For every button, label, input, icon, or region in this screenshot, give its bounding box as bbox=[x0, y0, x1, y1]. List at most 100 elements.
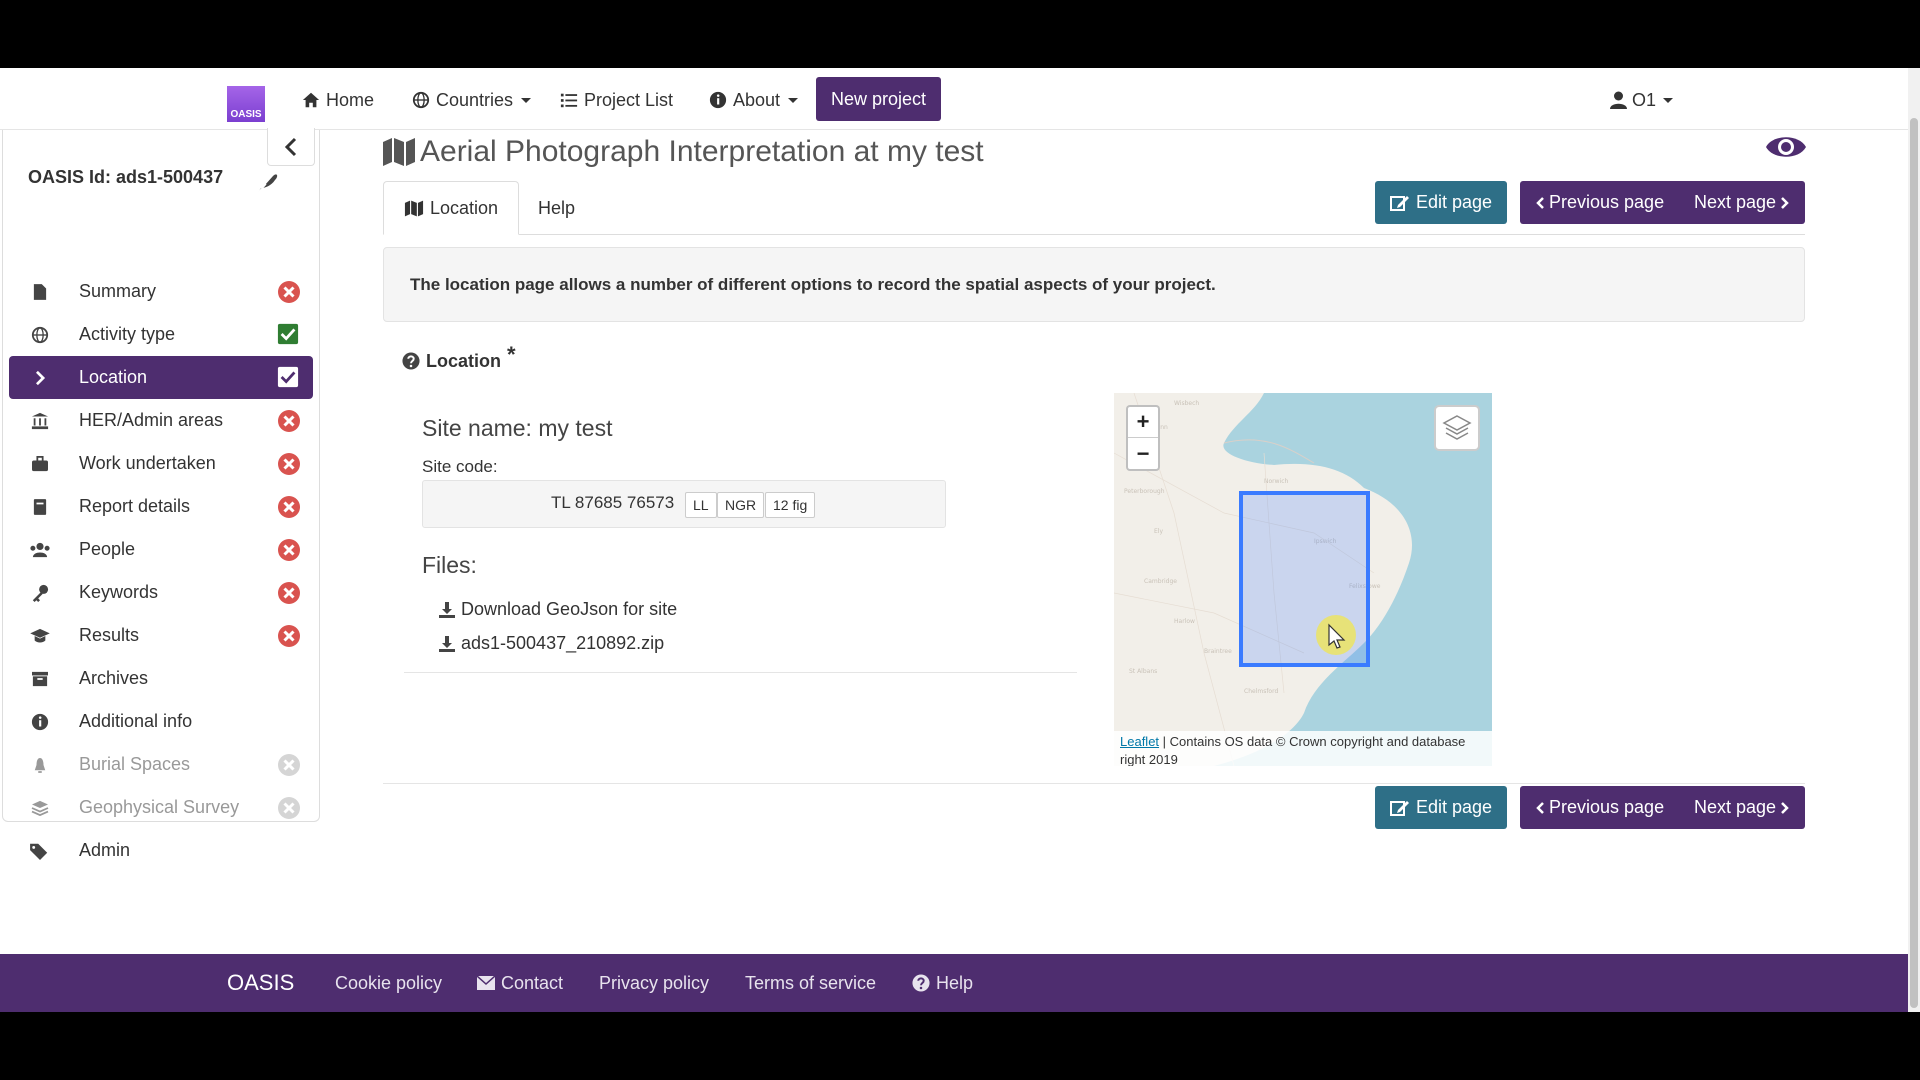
sidebar-item-label: Admin bbox=[79, 840, 131, 860]
download-icon bbox=[439, 601, 455, 618]
oasis-id: OASIS Id: ads1-500437 bbox=[28, 167, 224, 187]
sidebar-item-people[interactable]: People bbox=[9, 528, 313, 571]
user-menu[interactable]: O1 bbox=[1610, 84, 1674, 116]
help-link[interactable]: Help bbox=[912, 954, 973, 1012]
next-page-label: Next page bbox=[1694, 797, 1777, 817]
sidebar-item-summary[interactable]: Summary bbox=[9, 270, 313, 313]
sidebar-item-archives[interactable]: Archives bbox=[9, 657, 313, 700]
times-circle-icon bbox=[277, 280, 301, 304]
cookie-policy-link[interactable]: Cookie policy bbox=[335, 954, 442, 1012]
terms-of-service-link[interactable]: Terms of service bbox=[745, 954, 876, 1012]
ll-button[interactable]: LL bbox=[685, 492, 717, 518]
chevron-left-icon bbox=[1536, 801, 1544, 814]
next-page-label: Next page bbox=[1694, 192, 1777, 212]
times-circle-icon bbox=[277, 495, 301, 519]
user-icon bbox=[1610, 91, 1627, 109]
next-page-button[interactable]: Next page bbox=[1678, 181, 1806, 224]
sidebar-item-work-undertaken[interactable]: Work undertaken bbox=[9, 442, 313, 485]
users-icon bbox=[29, 539, 51, 561]
scrollbar-thumb[interactable] bbox=[1910, 118, 1918, 1008]
sidebar-item-location[interactable]: Location bbox=[9, 356, 313, 399]
sidebar-item-results[interactable]: Results bbox=[9, 614, 313, 657]
home-icon bbox=[302, 92, 320, 108]
nav-about[interactable]: About bbox=[709, 84, 799, 116]
12-fig-button[interactable]: 12 fig bbox=[765, 492, 816, 518]
question-circle-icon bbox=[912, 974, 930, 992]
nav-home[interactable]: Home bbox=[302, 84, 374, 116]
sidebar-item-label: Activity type bbox=[79, 324, 176, 344]
edit-page-button-bottom[interactable]: Edit page bbox=[1375, 786, 1508, 829]
attribution-text: | Contains OS data © Crown copyright and… bbox=[1120, 734, 1466, 766]
institution-icon bbox=[29, 410, 51, 432]
top-navbar: OASIS Home Countries Project List About … bbox=[0, 68, 1908, 130]
caret-down-icon bbox=[521, 97, 532, 103]
sidebar-item-additional-info[interactable]: Additional info bbox=[9, 700, 313, 743]
page-scrollbar[interactable] bbox=[1908, 68, 1920, 1012]
info-box: The location page allows a number of dif… bbox=[383, 247, 1805, 322]
sidebar-item-geophysical-survey: Geophysical Survey bbox=[9, 786, 313, 829]
tab-divider bbox=[383, 234, 1805, 235]
previous-page-label: Previous page bbox=[1549, 192, 1665, 212]
times-circle-icon bbox=[277, 581, 301, 605]
project-sidebar: OASIS Id: ads1-500437 Summary Activity ty… bbox=[2, 128, 320, 860]
times-circle-icon bbox=[277, 624, 301, 648]
previous-page-button-bottom[interactable]: Previous page bbox=[1520, 786, 1681, 829]
privacy-policy-link[interactable]: Privacy policy bbox=[599, 954, 709, 1012]
oasis-logo[interactable]: OASIS bbox=[227, 86, 265, 122]
chevron-left-icon bbox=[284, 137, 297, 156]
site-code-value: TL 87685 76573 bbox=[551, 493, 675, 512]
sidebar-item-admin[interactable]: Admin bbox=[9, 829, 313, 872]
nav-project-list[interactable]: Project List bbox=[560, 84, 673, 116]
next-page-button-bottom[interactable]: Next page bbox=[1678, 786, 1806, 829]
tab-location[interactable]: Location bbox=[383, 181, 520, 235]
sidebar-item-her-admin-areas[interactable]: HER/Admin areas bbox=[9, 399, 313, 442]
check-square-icon bbox=[277, 323, 301, 347]
nav-countries-label: Countries bbox=[436, 89, 514, 110]
contact-link[interactable]: Contact bbox=[477, 954, 563, 1012]
envelope-icon bbox=[477, 976, 495, 990]
zoom-out-button[interactable]: − bbox=[1128, 438, 1158, 469]
sidebar-item-report-details[interactable]: Report details bbox=[9, 485, 313, 528]
chevron-left-icon bbox=[1536, 196, 1544, 209]
edit-page-button[interactable]: Edit page bbox=[1375, 181, 1508, 224]
nav-project-list-label: Project List bbox=[584, 89, 674, 110]
page-title: Aerial Photograph Interpretation at my t… bbox=[382, 130, 984, 174]
leaflet-link[interactable]: Leaflet bbox=[1120, 734, 1159, 749]
caret-down-icon bbox=[1663, 97, 1674, 103]
site-code-box: TL 87685 76573 LL NGR 12 fig bbox=[422, 480, 946, 528]
sidebar-item-label: Burial Spaces bbox=[79, 754, 191, 774]
location-map[interactable]: WisbechKing's LynnPeterborough ElyCambri… bbox=[1114, 393, 1492, 766]
layers-button[interactable] bbox=[1434, 405, 1480, 451]
eye-icon[interactable] bbox=[1765, 132, 1807, 162]
location-section-label: Location * bbox=[402, 342, 516, 374]
svg-text:Cambridge: Cambridge bbox=[1144, 578, 1177, 585]
ngr-button[interactable]: NGR bbox=[717, 492, 765, 518]
collapse-sidebar-button[interactable] bbox=[267, 128, 315, 166]
sidebar-item-label: Geophysical Survey bbox=[79, 797, 240, 817]
tags-icon bbox=[29, 840, 51, 862]
sidebar-item-label: Additional info bbox=[79, 711, 193, 731]
sidebar-item-keywords[interactable]: Keywords bbox=[9, 571, 313, 614]
briefcase-icon bbox=[29, 453, 51, 475]
sidebar-item-label: Keywords bbox=[79, 582, 159, 602]
nav-countries[interactable]: Countries bbox=[412, 84, 532, 116]
divider bbox=[404, 672, 1077, 673]
sidebar-item-activity-type[interactable]: Activity type bbox=[9, 313, 313, 356]
footer-brand[interactable]: OASIS bbox=[227, 954, 294, 1012]
feather-icon[interactable] bbox=[253, 170, 279, 196]
download-zip-link[interactable]: ads1-500437_210892.zip bbox=[438, 633, 664, 654]
globe-icon bbox=[412, 91, 430, 109]
new-project-button[interactable]: New project bbox=[816, 77, 942, 121]
tab-help[interactable]: Help bbox=[518, 181, 595, 235]
zoom-in-button[interactable]: + bbox=[1128, 407, 1158, 438]
site-footer: OASIS Cookie policy Contact Privacy poli… bbox=[0, 954, 1908, 1012]
times-circle-icon bbox=[277, 753, 301, 777]
edit-icon bbox=[1390, 195, 1409, 211]
svg-text:Ely: Ely bbox=[1154, 528, 1163, 535]
layers-icon bbox=[29, 797, 51, 819]
svg-text:Wisbech: Wisbech bbox=[1174, 400, 1199, 407]
times-circle-icon bbox=[277, 409, 301, 433]
question-circle-icon[interactable] bbox=[402, 352, 420, 370]
previous-page-button[interactable]: Previous page bbox=[1520, 181, 1681, 224]
download-geojson-link[interactable]: Download GeoJson for site bbox=[438, 599, 677, 620]
